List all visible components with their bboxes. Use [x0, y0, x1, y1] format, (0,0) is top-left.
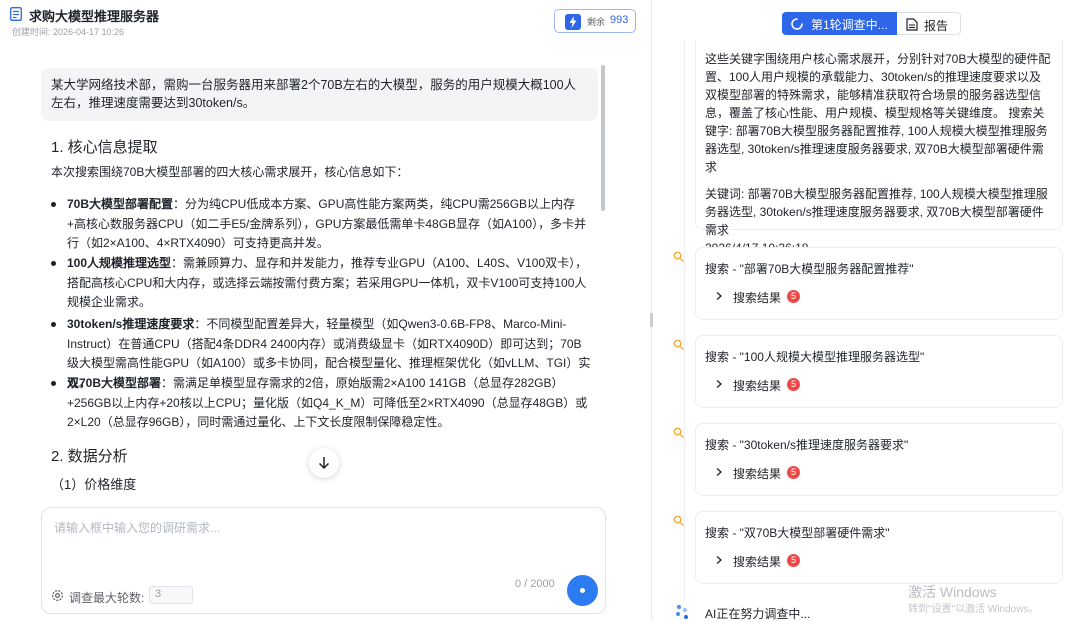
tab-report[interactable]: 报告 — [897, 12, 961, 35]
panel-divider — [651, 0, 652, 620]
chevron-right-icon[interactable] — [715, 291, 723, 301]
bullet-dot — [51, 202, 56, 207]
search-step-title: 搜索 - "双70B大模型部署硬件需求" — [705, 526, 890, 540]
summary-paragraph: 这些关键字围绕用户核心需求展开，分别针对70B大模型的硬件配置、100人用户规模… — [705, 52, 1051, 174]
loading-status-text: AI正在努力调查中... — [705, 607, 811, 621]
search-results-toggle[interactable]: 搜索结果 — [733, 465, 781, 482]
research-input[interactable] — [52, 520, 596, 536]
created-time: 创建时间: 2026-04-17 10:26 — [12, 27, 125, 37]
search-results-toggle[interactable]: 搜索结果 — [733, 377, 781, 394]
search-icon — [673, 251, 684, 262]
section-heading-data-analysis: 2. 数据分析 — [51, 448, 128, 465]
bullet-term: 100人规模推理选型 — [67, 256, 172, 270]
search-icon — [673, 427, 684, 438]
research-input-box: 调查最大轮数: 3 0 / 2000 — [41, 507, 606, 614]
search-step-title: 搜索 - "部署70B大模型服务器配置推荐" — [705, 262, 914, 276]
search-step-card: 搜索 - "30token/s推理速度服务器要求" 搜索结果 5 — [695, 423, 1063, 496]
keywords-line: 关键词: 部署70B大模型服务器配置推荐, 100人规模大模型推理服务器选型, … — [705, 187, 1048, 237]
bullet-dot — [51, 261, 56, 266]
loading-spinner-icon — [791, 18, 803, 30]
bullet-dot — [51, 381, 56, 386]
scroll-down-button[interactable] — [309, 448, 339, 478]
tab-round-1[interactable]: 第1轮调查中... — [782, 12, 897, 35]
report-icon — [906, 18, 918, 31]
tab-round-1-label: 第1轮调查中... — [811, 18, 888, 32]
loading-dots-icon — [676, 605, 688, 619]
result-count-badge: 5 — [787, 466, 800, 479]
result-count-badge: 5 — [787, 378, 800, 391]
arrow-down-icon — [318, 457, 330, 470]
tab-report-label: 报告 — [924, 19, 949, 33]
search-icon — [673, 339, 684, 350]
bullet-term: 70B大模型部署配置 — [67, 197, 174, 211]
content-scrollbar[interactable] — [601, 65, 605, 211]
result-count-badge: 5 — [787, 290, 800, 303]
timeline-line — [684, 40, 685, 600]
search-results-toggle[interactable]: 搜索结果 — [733, 289, 781, 306]
remaining-quota-button[interactable]: 剩余 993 — [554, 9, 636, 33]
search-step-card: 搜索 - "部署70B大模型服务器配置推荐" 搜索结果 5 — [695, 247, 1063, 320]
bullet-term: 30token/s推理速度要求 — [67, 317, 195, 331]
bullet-term: 双70B大模型部署 — [67, 376, 162, 390]
send-icon — [580, 588, 585, 593]
document-icon — [10, 7, 22, 21]
windows-activation-hint: 转到"设置"以激活 Windows。 — [908, 604, 1039, 615]
search-icon — [673, 515, 684, 526]
user-query-bubble: 某大学网络技术部，需购一台服务器用来部署2个70B左右的大模型，服务的用户规模大… — [41, 68, 598, 121]
page-title: 求购大模型推理服务器 — [29, 9, 160, 24]
char-count: 0 / 2000 — [515, 578, 555, 590]
remaining-count: 993 — [610, 14, 629, 26]
resize-handle[interactable] — [650, 313, 653, 327]
section-heading-core-info: 1. 核心信息提取 — [51, 139, 158, 156]
bullet-dot — [51, 322, 56, 327]
chevron-right-icon[interactable] — [715, 555, 723, 565]
keyword-summary-card: 这些关键字围绕用户核心需求展开，分别针对70B大模型的硬件配置、100人用户规模… — [695, 40, 1063, 255]
windows-activation-watermark: 激活 Windows — [908, 584, 997, 600]
list-item: 100人规模推理选型：需兼顾算力、显存和并发能力，推荐专业GPU（A100、L4… — [51, 254, 591, 313]
list-item: 70B大模型部署配置：分为纯CPU低成本方案、GPU高性能方案两类，纯CPU需2… — [51, 195, 591, 254]
search-step-card: 搜索 - "双70B大模型部署硬件需求" 搜索结果 5 — [695, 511, 1063, 584]
search-results-toggle[interactable]: 搜索结果 — [733, 553, 781, 570]
search-step-card: 搜索 - "100人规模大模型推理服务器选型" 搜索结果 5 — [695, 335, 1063, 408]
bolt-icon — [565, 14, 581, 30]
remaining-label: 剩余 — [587, 17, 606, 27]
subsection-heading-price: （1）价格维度 — [51, 477, 137, 492]
chevron-right-icon[interactable] — [715, 379, 723, 389]
send-button[interactable] — [567, 575, 598, 606]
search-step-title: 搜索 - "30token/s推理速度服务器要求" — [705, 438, 909, 452]
search-step-title: 搜索 - "100人规模大模型推理服务器选型" — [705, 350, 925, 364]
gear-icon — [52, 590, 63, 601]
max-rounds-input[interactable]: 3 — [149, 586, 193, 604]
section-intro: 本次搜索围绕70B大模型部署的四大核心需求展开，核心信息如下： — [51, 165, 409, 179]
chevron-right-icon[interactable] — [715, 467, 723, 477]
result-count-badge: 5 — [787, 554, 800, 567]
max-rounds-label: 调查最大轮数: — [69, 591, 145, 605]
list-item: 双70B大模型部署：需满足单模型显存需求的2倍，原始版需2×A100 141GB… — [51, 374, 591, 433]
